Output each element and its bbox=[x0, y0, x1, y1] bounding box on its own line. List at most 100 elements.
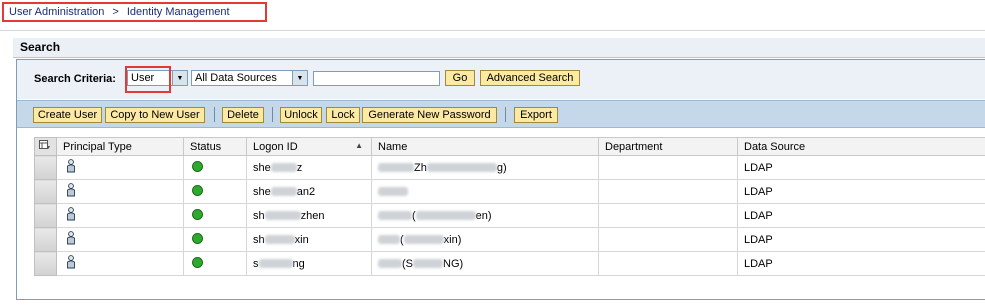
department-cell bbox=[598, 155, 738, 180]
redacted-text bbox=[378, 187, 408, 197]
principal-type-cell bbox=[56, 179, 184, 204]
name-cell: Zh g) bbox=[371, 155, 599, 180]
principal-type-cell bbox=[56, 227, 184, 252]
copy-to-new-user-button[interactable]: Copy to New User bbox=[105, 107, 205, 123]
chevron-down-icon[interactable]: ▼ bbox=[292, 71, 307, 85]
table-row[interactable]: sh xin (xin) LDAP bbox=[34, 227, 985, 252]
lock-button[interactable]: Lock bbox=[326, 107, 360, 123]
breadcrumb-identity-management[interactable]: Identity Management bbox=[127, 6, 230, 18]
redacted-text bbox=[403, 235, 444, 245]
unlock-button[interactable]: Unlock bbox=[280, 107, 322, 123]
status-cell bbox=[183, 227, 247, 252]
chevron-down-icon[interactable]: ▼ bbox=[172, 71, 187, 85]
column-name[interactable]: Name bbox=[371, 137, 599, 156]
redacted-text bbox=[415, 211, 476, 221]
status-active-icon bbox=[192, 208, 203, 220]
name-cell: (en) bbox=[371, 203, 599, 228]
department-cell bbox=[598, 179, 738, 204]
status-active-icon bbox=[192, 184, 203, 196]
sort-ascending-icon[interactable]: ▲ bbox=[355, 141, 363, 150]
redacted-text bbox=[258, 259, 293, 269]
redacted-text bbox=[270, 187, 297, 197]
status-cell bbox=[183, 179, 247, 204]
department-cell bbox=[598, 203, 738, 228]
logon-id-cell: s ng bbox=[246, 251, 372, 276]
name-part-1: (S bbox=[402, 257, 413, 270]
logon-id-end: zhen bbox=[300, 209, 325, 222]
redacted-text bbox=[378, 259, 402, 269]
create-user-button[interactable]: Create User bbox=[33, 107, 102, 123]
redacted-text bbox=[378, 163, 414, 173]
logon-id-start: she bbox=[253, 185, 271, 198]
table-row[interactable]: sh zhen (en) LDAP bbox=[34, 203, 985, 228]
breadcrumb: User Administration > Identity Managemen… bbox=[2, 2, 267, 22]
name-part-1: Zh bbox=[414, 161, 427, 174]
row-selector[interactable] bbox=[34, 203, 57, 228]
user-principal-icon bbox=[67, 207, 75, 221]
redacted-text bbox=[264, 211, 301, 221]
logon-id-cell: sh zhen bbox=[246, 203, 372, 228]
breadcrumb-user-administration[interactable]: User Administration bbox=[9, 6, 104, 18]
status-cell bbox=[183, 203, 247, 228]
logon-id-start: s bbox=[253, 257, 259, 270]
logon-id-end: an2 bbox=[296, 185, 316, 198]
logon-id-cell: she z bbox=[246, 155, 372, 180]
status-active-icon bbox=[192, 160, 203, 172]
row-selector[interactable] bbox=[34, 227, 57, 252]
data-source-cell: LDAP bbox=[737, 227, 985, 252]
column-principal-type[interactable]: Principal Type bbox=[56, 137, 184, 156]
table-header-row: Principal Type Status Logon ID ▲ Name Dep… bbox=[34, 137, 985, 156]
delete-button[interactable]: Delete bbox=[222, 107, 264, 123]
column-department[interactable]: Department bbox=[598, 137, 738, 156]
redacted-text bbox=[426, 163, 497, 173]
column-logon-id[interactable]: Logon ID ▲ bbox=[246, 137, 372, 156]
name-part-2: g) bbox=[496, 161, 507, 174]
logon-id-cell: sh xin bbox=[246, 227, 372, 252]
column-status[interactable]: Status bbox=[183, 137, 247, 156]
advanced-search-button[interactable]: Advanced Search bbox=[480, 70, 580, 86]
go-button[interactable]: Go bbox=[445, 70, 475, 86]
redacted-text bbox=[270, 163, 297, 173]
export-button[interactable]: Export bbox=[514, 107, 558, 123]
name-cell: (S NG) bbox=[371, 251, 599, 276]
principal-type-cell bbox=[56, 251, 184, 276]
name-part-2: NG) bbox=[443, 257, 464, 270]
row-selector[interactable] bbox=[34, 251, 57, 276]
department-cell bbox=[598, 227, 738, 252]
redacted-text bbox=[264, 235, 295, 245]
logon-id-end: z bbox=[296, 161, 303, 174]
search-input[interactable] bbox=[313, 71, 440, 86]
logon-id-end: xin bbox=[294, 233, 309, 246]
data-source-cell: LDAP bbox=[737, 251, 985, 276]
principal-type-cell bbox=[56, 155, 184, 180]
row-selector[interactable] bbox=[34, 179, 57, 204]
generate-new-password-button[interactable]: Generate New Password bbox=[362, 107, 497, 123]
table-settings-icon[interactable] bbox=[34, 137, 57, 156]
column-data-source[interactable]: Data Source bbox=[737, 137, 985, 156]
search-criteria-label: Search Criteria: bbox=[34, 73, 116, 85]
status-cell bbox=[183, 251, 247, 276]
table-row[interactable]: she z Zh g) LDAP bbox=[34, 155, 985, 180]
breadcrumb-separator: > bbox=[112, 6, 119, 18]
toolbar-separator bbox=[505, 107, 506, 122]
data-source-dropdown[interactable]: All Data Sources ▼ bbox=[191, 70, 308, 86]
data-source-cell: LDAP bbox=[737, 179, 985, 204]
table-row[interactable]: s ng (S NG) LDAP bbox=[34, 251, 985, 276]
status-cell bbox=[183, 155, 247, 180]
search-section-title: Search bbox=[20, 40, 61, 54]
name-cell bbox=[371, 179, 599, 204]
toolbar-separator bbox=[272, 107, 273, 122]
department-cell bbox=[598, 251, 738, 276]
table-settings-glyph bbox=[39, 140, 50, 149]
user-toolbar: Create User Copy to New User Delete Unlo… bbox=[17, 100, 985, 128]
search-section-header: Search bbox=[13, 38, 985, 58]
status-active-icon bbox=[192, 232, 203, 244]
redacted-text bbox=[378, 235, 400, 245]
column-logon-id-label: Logon ID bbox=[253, 140, 298, 153]
table-row[interactable]: she an2 LDAP bbox=[34, 179, 985, 204]
redacted-text bbox=[413, 259, 443, 269]
redacted-text bbox=[378, 211, 412, 221]
principal-type-cell bbox=[56, 203, 184, 228]
user-highlight-box bbox=[125, 66, 171, 93]
row-selector[interactable] bbox=[34, 155, 57, 180]
